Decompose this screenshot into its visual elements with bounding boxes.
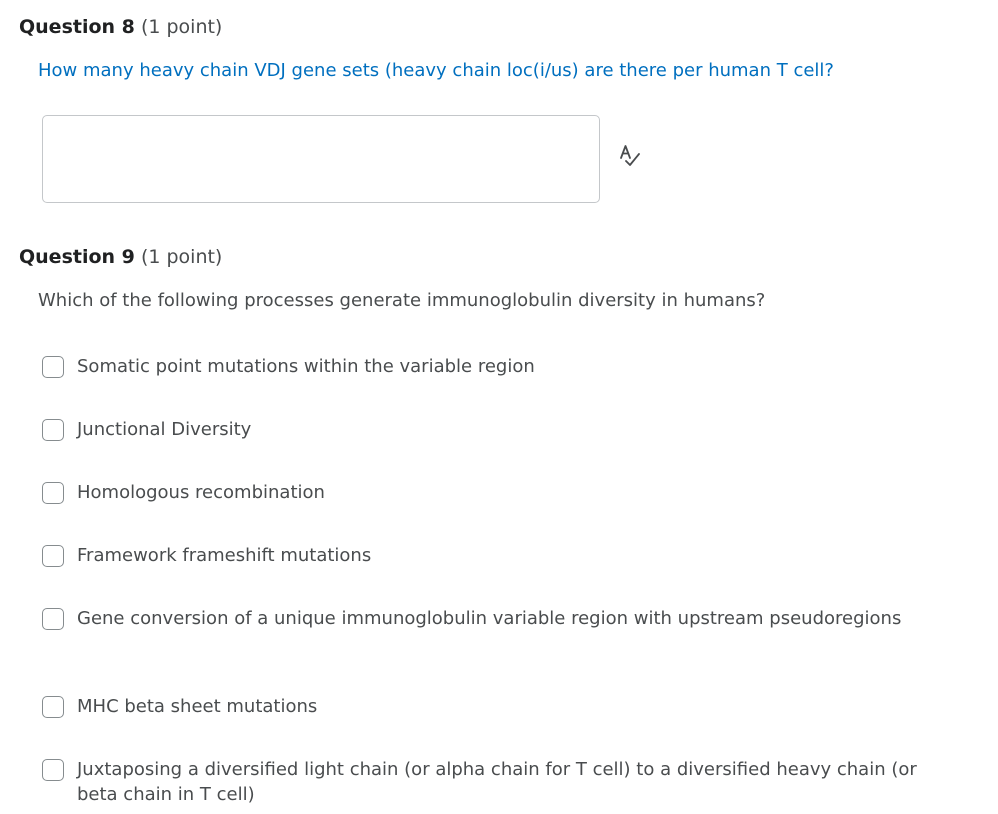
checkbox[interactable] bbox=[42, 356, 64, 378]
option-label: Homologous recombination bbox=[77, 482, 325, 503]
option-label: Junctional Diversity bbox=[77, 419, 252, 440]
option-label: MHC beta sheet mutations bbox=[77, 696, 318, 717]
checkbox[interactable] bbox=[42, 608, 64, 630]
question-8-points: (1 point) bbox=[140, 16, 223, 38]
checkbox[interactable] bbox=[42, 696, 64, 718]
option-label: Gene conversion of a unique immunoglobul… bbox=[77, 608, 902, 629]
question-8-header: Question 8 (1 point) bbox=[19, 14, 222, 40]
question-8-answer-field[interactable] bbox=[42, 115, 600, 203]
question-9-title: Question 9 bbox=[19, 246, 135, 268]
option-label: Juxtaposing a diversified light chain (o… bbox=[77, 759, 917, 805]
question-9-points: (1 point) bbox=[140, 246, 223, 268]
checkbox[interactable] bbox=[42, 419, 64, 441]
checkbox[interactable] bbox=[42, 545, 64, 567]
checkbox[interactable] bbox=[42, 759, 64, 781]
question-8-title: Question 8 bbox=[19, 16, 135, 38]
option-label: Framework frameshift mutations bbox=[77, 545, 372, 566]
spell-check-icon[interactable] bbox=[617, 143, 643, 169]
question-9-prompt: Which of the following processes generat… bbox=[38, 290, 766, 311]
checkbox[interactable] bbox=[42, 482, 64, 504]
question-8-prompt: How many heavy chain VDJ gene sets (heav… bbox=[38, 60, 834, 81]
option-label: Somatic point mutations within the varia… bbox=[77, 356, 535, 377]
question-9-header: Question 9 (1 point) bbox=[19, 244, 222, 270]
